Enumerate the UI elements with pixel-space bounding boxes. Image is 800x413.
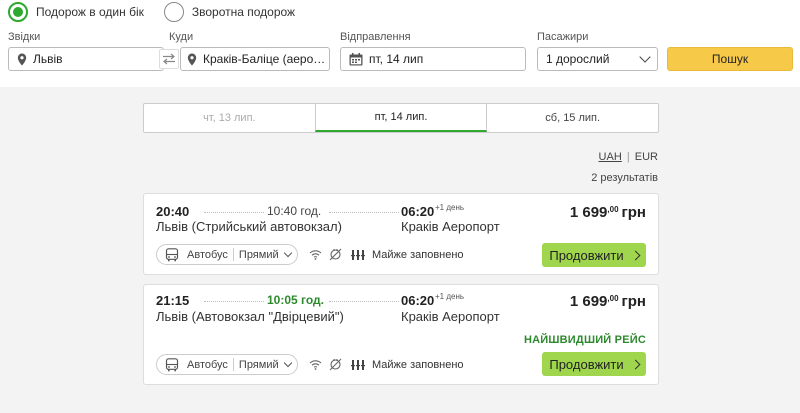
route-line (204, 301, 264, 302)
fastest-badge: НАЙШВИДШИЙ РЕЙС (524, 334, 646, 346)
radio-unchecked-icon (163, 2, 184, 22)
arrival-station: Краків Аеропорт (401, 219, 500, 234)
departure-time: 21:15 (156, 293, 190, 308)
departure-time: 20:40 (156, 204, 190, 219)
swap-icon (163, 53, 175, 65)
continue-label: Продовжити (549, 356, 624, 372)
price-cents: ,00 (607, 205, 619, 214)
calendar-icon (349, 52, 363, 65)
date-tab-prev[interactable]: чт, 13 лип. (144, 104, 315, 132)
chevron-down-icon (639, 51, 651, 63)
price-cents: ,00 (607, 294, 619, 303)
wifi-icon (309, 360, 322, 370)
price-main: 1 699 (569, 204, 608, 221)
route-type: Прямий (238, 248, 279, 261)
chevron-right-icon (630, 359, 641, 369)
from-value: Львів (33, 52, 63, 66)
one-way-label: Подорож в один бік (36, 5, 144, 19)
result-card: 21:15 10:05 год. 06:20 +1 день Львів (Ав… (143, 284, 659, 385)
arrival-station: Краків Аеропорт (401, 309, 500, 324)
departure-value: пт, 14 лип (369, 52, 424, 66)
currency-switcher: UAH | EUR (599, 151, 658, 163)
amenities: Майже заповнено (309, 358, 464, 371)
price-main: 1 699 (569, 293, 608, 310)
continue-label: Продовжити (549, 247, 624, 263)
departure-station: Львів (Стрийський автовокзал) (156, 219, 342, 234)
transport-details-toggle[interactable]: Автобус Прямий (156, 354, 298, 375)
next-day-note: +1 день (435, 292, 465, 301)
chevron-down-icon (283, 358, 292, 368)
next-day-note: +1 день (435, 203, 465, 212)
search-button[interactable]: Пошук (667, 47, 793, 71)
currency-separator: | (626, 151, 630, 163)
occupancy-status: Майже заповнено (372, 358, 464, 371)
date-tab-next[interactable]: сб, 15 лип. (487, 104, 658, 132)
round-trip-label: Зворотна подорож (191, 5, 296, 19)
pill-divider (232, 358, 234, 371)
wifi-icon (309, 250, 322, 260)
from-label: Звідки (8, 31, 41, 43)
power-socket-icon (329, 248, 342, 261)
passengers-select[interactable]: 1 дорослий (537, 47, 658, 71)
seats-icon (351, 359, 365, 370)
to-value: Краків-Баліце (аеропорт) (203, 52, 329, 66)
arrival-time: 06:20 (401, 293, 435, 308)
transport-details-toggle[interactable]: Автобус Прямий (156, 244, 298, 265)
radio-checked-icon (8, 2, 28, 22)
results-count: 2 результатів (591, 172, 658, 184)
chevron-right-icon (630, 250, 641, 260)
date-tab-current[interactable]: пт, 14 лип. (314, 104, 488, 132)
transport-type: Автобус (187, 248, 228, 261)
pill-divider (232, 248, 234, 261)
route-type: Прямий (238, 358, 279, 371)
transport-type: Автобус (187, 358, 228, 371)
search-panel: Подорож в один бік Зворотна подорож Звід… (0, 0, 800, 87)
arrival-time: 06:20 (401, 204, 435, 219)
passengers-label: Пасажири (537, 31, 589, 43)
round-trip-radio[interactable]: Зворотна подорож (163, 2, 296, 22)
route-line (204, 212, 264, 213)
trip-duration: 10:40 год. (267, 204, 322, 218)
to-field[interactable]: Краків-Баліце (аеропорт) (180, 47, 330, 71)
bus-icon (165, 357, 179, 371)
passengers-value: 1 дорослий (546, 52, 610, 66)
to-label: Куди (169, 31, 194, 43)
price: 1 699,00 грн (570, 293, 646, 310)
trip-type-selector: Подорож в один бік Зворотна подорож (8, 1, 315, 23)
map-pin-icon (187, 53, 197, 65)
one-way-radio[interactable]: Подорож в один бік (8, 2, 144, 22)
power-socket-icon (329, 358, 342, 371)
price-currency: грн (621, 293, 646, 310)
seats-icon (351, 249, 365, 260)
departure-station: Львів (Автовокзал "Двірцевий") (156, 309, 344, 324)
date-tabs: чт, 13 лип. пт, 14 лип. сб, 15 лип. (143, 103, 659, 133)
result-card: 20:40 10:40 год. 06:20 +1 день Львів (Ст… (143, 193, 659, 275)
amenities: Майже заповнено (309, 248, 464, 261)
currency-uah[interactable]: UAH (599, 151, 622, 163)
from-field[interactable]: Львів (8, 47, 164, 71)
departure-date-field[interactable]: пт, 14 лип (340, 47, 526, 71)
currency-eur[interactable]: EUR (635, 151, 658, 163)
trip-duration: 10:05 год. (267, 293, 324, 307)
continue-button[interactable]: Продовжити (542, 352, 646, 376)
swap-button[interactable] (159, 49, 179, 69)
occupancy-status: Майже заповнено (372, 248, 464, 261)
continue-button[interactable]: Продовжити (542, 243, 646, 267)
route-line (329, 301, 399, 302)
bus-icon (165, 247, 179, 261)
chevron-down-icon (283, 248, 292, 258)
price-currency: грн (621, 204, 646, 221)
price: 1 699,00 грн (570, 204, 646, 221)
departure-label: Відправлення (340, 31, 411, 43)
map-pin-icon (17, 53, 27, 65)
route-line (329, 212, 399, 213)
